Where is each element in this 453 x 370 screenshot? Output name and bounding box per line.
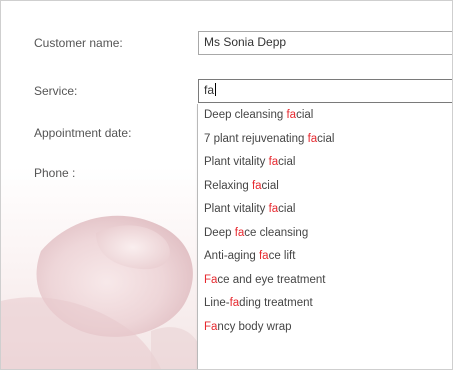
suggestion-item[interactable]: Face and eye treatment	[198, 269, 452, 293]
appointment-date-label: Appointment date:	[34, 126, 132, 140]
customer-name-value: Ms Sonia Depp	[204, 35, 287, 49]
service-input[interactable]: fa	[198, 79, 452, 103]
suggestion-item[interactable]: Deep face cleansing	[198, 222, 452, 246]
appointment-form-panel: Customer name: Ms Sonia Depp Service: fa…	[0, 0, 453, 370]
service-label: Service:	[34, 84, 78, 98]
suggestion-item[interactable]: Anti-aging face lift	[198, 245, 452, 269]
service-value: fa	[204, 83, 215, 97]
phone-label: Phone :	[34, 166, 76, 180]
suggestion-item[interactable]: Plant vitality facial	[198, 151, 452, 175]
suggestion-item[interactable]: 7 plant rejuvenating facial	[198, 128, 452, 152]
suggestion-item[interactable]: Line-fading treatment	[198, 292, 452, 316]
suggestion-item[interactable]: Deep cleansing facial	[198, 104, 452, 128]
customer-name-label: Customer name:	[34, 36, 123, 50]
suggestion-item[interactable]: Fancy body wrap	[198, 316, 452, 340]
service-autocomplete-dropdown: Deep cleansing facial 7 plant rejuvenati…	[197, 104, 452, 369]
suggestion-item[interactable]: Plant vitality facial	[198, 198, 452, 222]
suggestion-item[interactable]: Relaxing facial	[198, 175, 452, 199]
customer-name-input[interactable]: Ms Sonia Depp	[198, 31, 452, 55]
text-caret	[215, 83, 217, 96]
